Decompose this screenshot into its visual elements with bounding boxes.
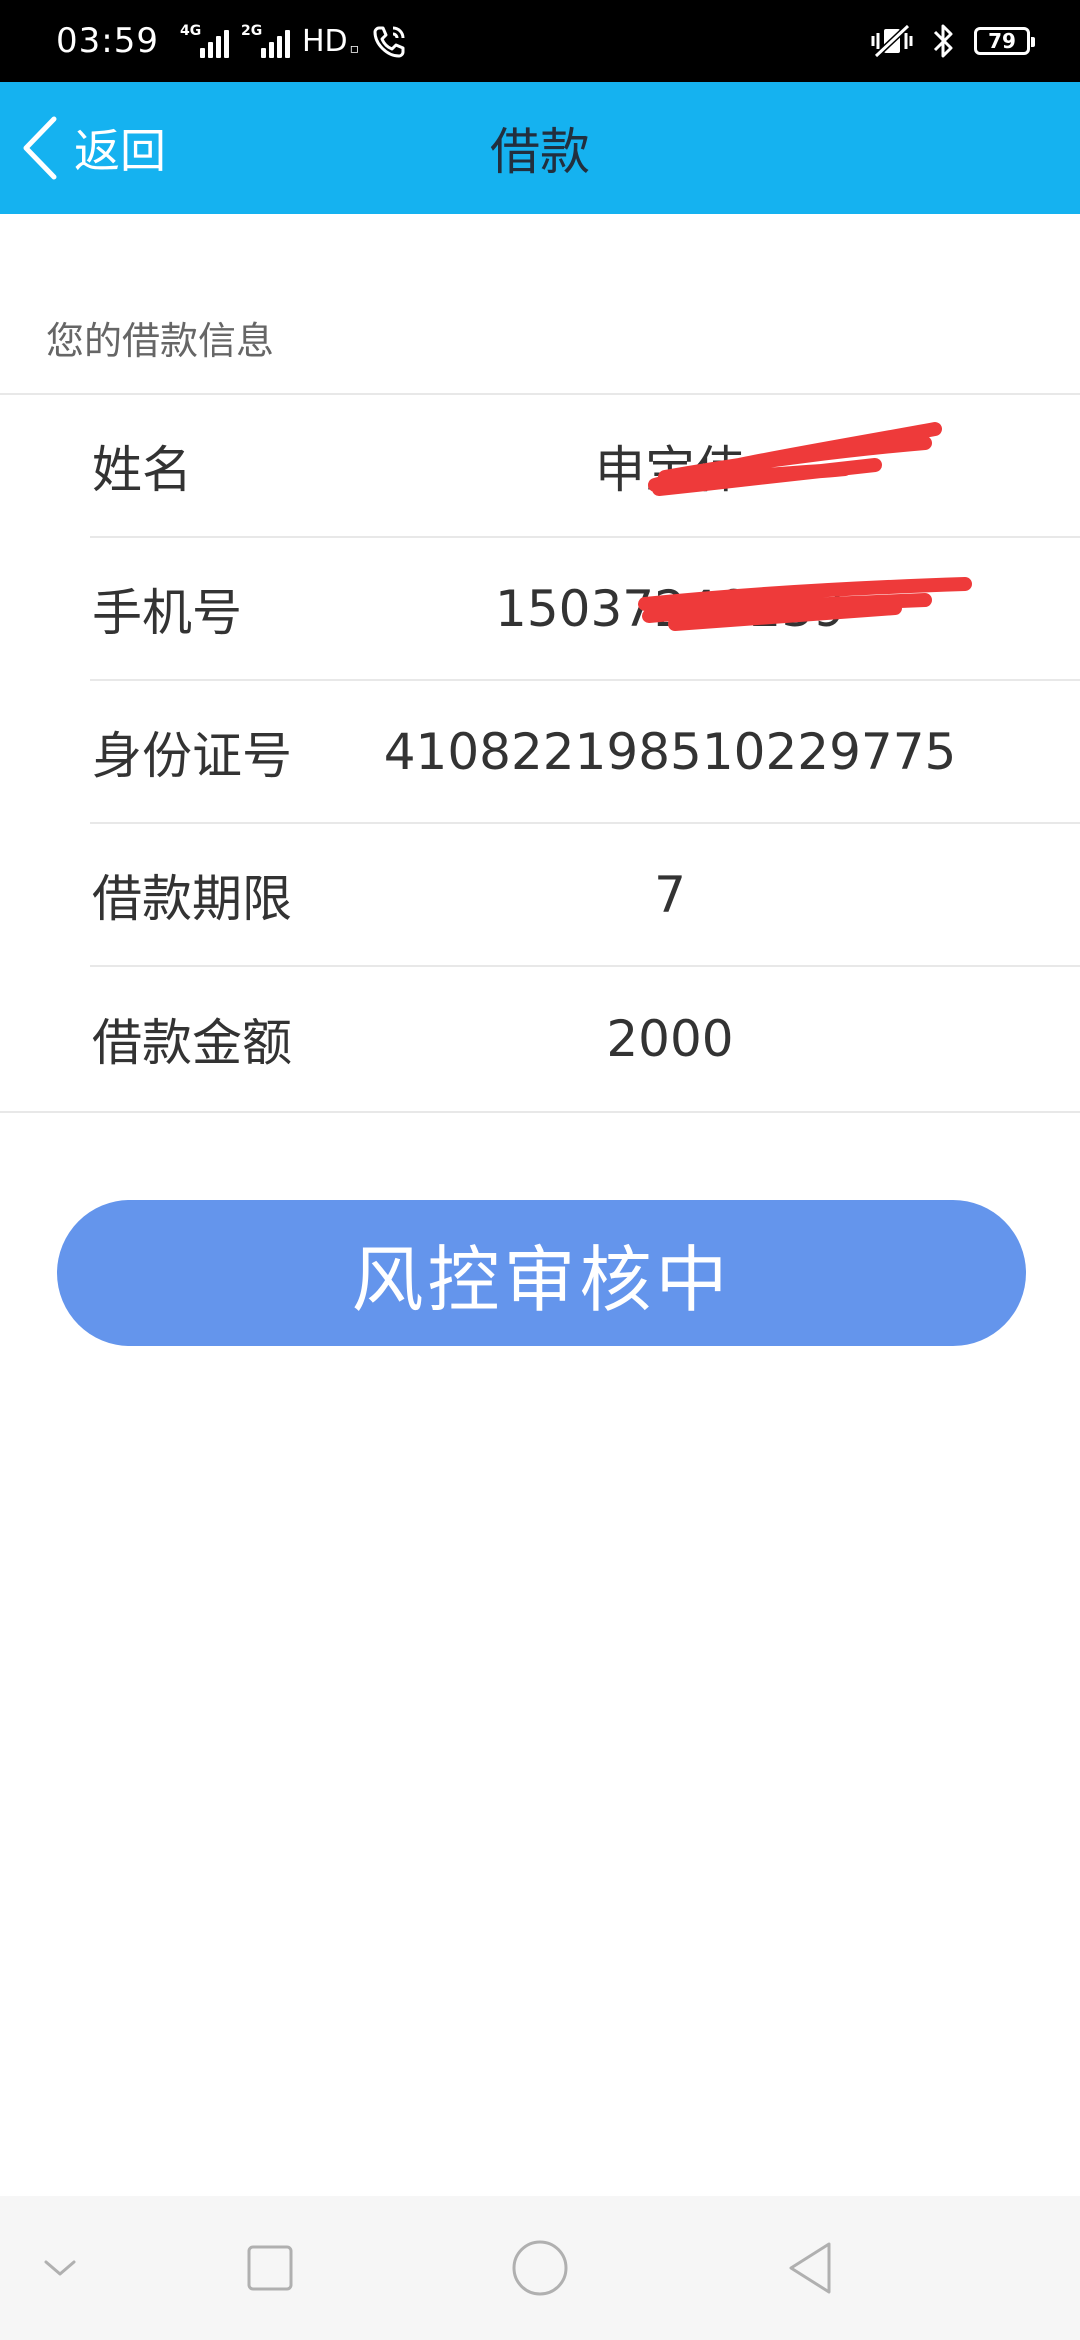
signal-icon: 2G [241,24,290,58]
vibrate-icon [871,23,913,59]
recents-icon [247,2245,293,2291]
back-triangle-icon [789,2242,831,2294]
row-value: 2000 [606,1010,734,1068]
chevron-down-icon [44,2260,76,2276]
row-value: 410822198510229775 [383,722,957,781]
back-label: 返回 [74,124,166,178]
status-right-icons: 79 [870,0,1035,82]
row-value: 申宝伟 [595,440,745,499]
status-left-icons: 4G 2G HD ▫ [180,0,409,82]
info-row-id-number: 身份证号 410822198510229775 [90,681,1080,824]
row-label: 姓名 [92,440,192,499]
back-button[interactable]: 返回 [20,82,166,214]
row-label: 手机号 [92,583,242,642]
hide-nav-button[interactable] [20,2196,100,2340]
hd-label: HD [302,23,348,59]
status-time: 03:59 [56,21,159,61]
recents-button[interactable] [230,2196,310,2340]
review-status-button[interactable]: 风控审核中 [57,1200,1026,1346]
nav-bar [0,2196,1080,2340]
row-label: 身份证号 [92,726,292,785]
status-bar: 03:59 4G 2G HD ▫ 79 [0,0,1080,82]
row-value: 15037240239 [495,579,845,638]
info-row-loan-term: 借款期限 7 [90,824,1080,967]
signal-network-label: 2G [241,23,263,39]
wifi-calling-icon [373,26,405,58]
info-row-name: 姓名 申宝伟 [90,395,1080,538]
row-value: 7 [654,865,686,924]
signal-network-label: 4G [180,23,202,39]
app-header: 返回 借款 [0,82,1080,214]
signal-icon: 4G [180,24,229,58]
home-icon [512,2240,568,2296]
row-label: 借款期限 [92,869,292,928]
battery-level: 79 [988,29,1016,53]
chevron-left-icon [23,116,57,180]
hd-icon: HD ▫ [302,23,360,59]
screen: 03:59 4G 2G HD ▫ 79 返回 借款 您的借款信息 姓名 申宝伟 … [0,0,1080,2340]
info-row-loan-amount: 借款金额 2000 [90,967,1080,1111]
loan-info-list: 姓名 申宝伟 手机号 15037240239 身份证号 410822198510… [0,393,1080,1113]
row-label: 借款金额 [92,1014,292,1072]
system-back-button[interactable] [770,2196,850,2340]
section-label: 您的借款信息 [46,319,275,363]
home-button[interactable] [500,2196,580,2340]
battery-icon: 79 [974,27,1035,55]
info-row-phone: 手机号 15037240239 [90,538,1080,681]
bluetooth-icon [933,24,953,58]
